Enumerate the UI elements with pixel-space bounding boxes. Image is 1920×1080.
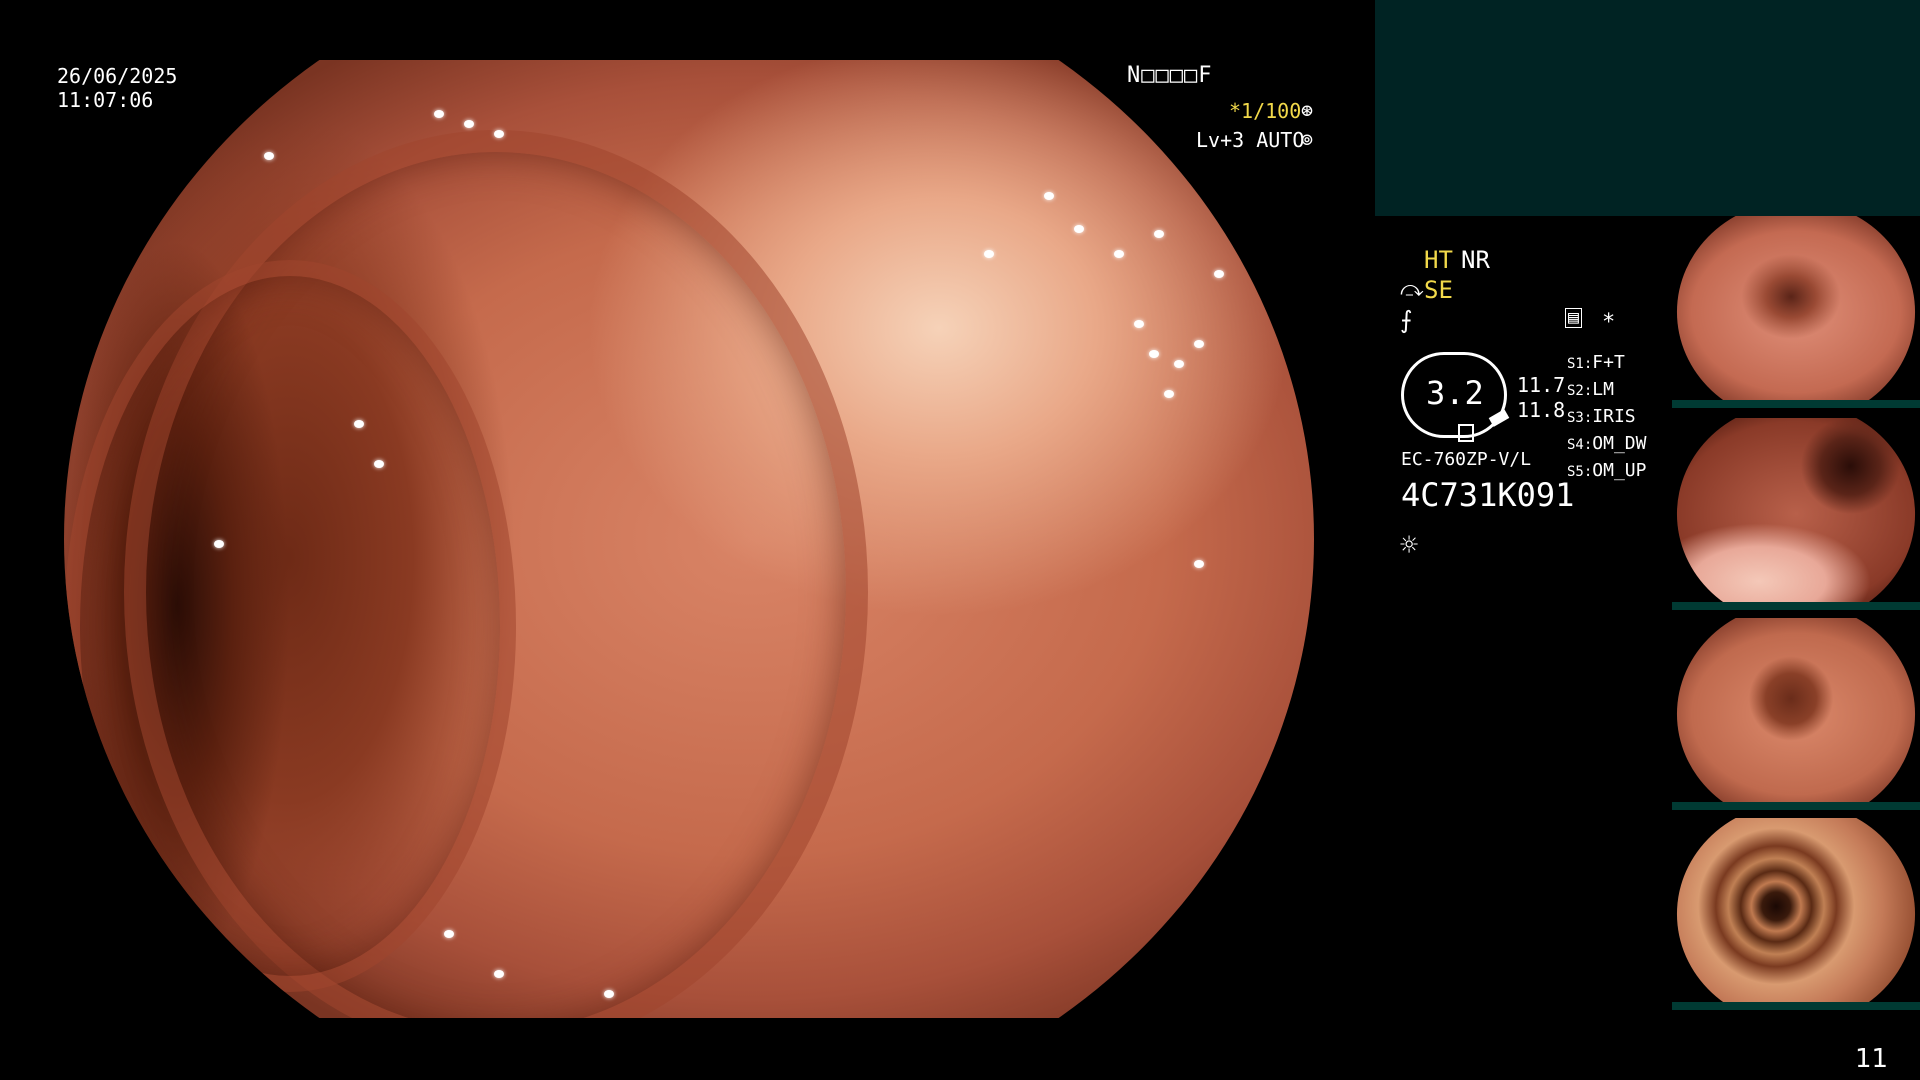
switch-item: S4:OM_DW [1567,433,1647,454]
light-source-icon: ☼ [1400,528,1419,563]
light-reflection [444,930,454,938]
switch-item: S3:IRIS [1567,406,1636,427]
light-reflection [1154,230,1164,238]
scope-model: EC-760ZP-V/L [1401,449,1532,470]
thumbnail-3[interactable] [1672,618,1920,810]
brightness-level: Lv+3 AUTO [1196,128,1305,152]
light-reflection [1044,192,1054,200]
light-reflection [984,250,994,258]
filter-icon: ⨍ [1400,306,1413,334]
thumbnail-bar [1672,1002,1920,1010]
thumbnail-4[interactable] [1672,818,1920,1010]
switch-list: S1:F+T S2:LM S3:IRIS S4:OM_DW S5:OM_UP [1567,350,1646,485]
thumbnail-bar [1672,602,1920,610]
patient-id-box: N□□□□F [1127,63,1213,88]
light-reflection [264,152,274,160]
star-indicator: * [1602,310,1616,335]
light-reflection [1149,350,1159,358]
light-reflection [464,120,474,128]
light-reflection [374,460,384,468]
light-reflection [214,540,224,548]
time-text: 11:07:06 [57,88,154,112]
thumbnail-1[interactable] [1672,216,1920,408]
light-reflection [1114,250,1124,258]
light-reflection [1194,560,1204,568]
thumbnail-bar [1672,400,1920,408]
light-reflection [1194,340,1204,348]
switch-item: S2:LM [1567,379,1614,400]
light-reflection [434,110,444,118]
shutter-speed: *1/100 [1229,99,1302,123]
light-reflection [1134,320,1144,328]
nr-indicator: NR [1461,246,1490,274]
se-indicator: SE [1424,276,1453,304]
datetime: 26/06/2025 11:07:06 [57,64,177,112]
gauge-side-value-2: 11.8 [1517,398,1566,422]
gauge-side-value-1: 11.7 [1517,373,1566,397]
light-reflection [1214,270,1224,278]
light-reflection [494,130,504,138]
shutter-icon: ⊛ [1301,98,1314,122]
light-reflection [354,420,364,428]
mucosal-fold-inner [64,260,516,992]
gauge-square-icon [1458,424,1474,442]
date-text: 26/06/2025 [57,64,178,88]
thumbnail-image [1676,418,1916,610]
thumbnail-image [1676,818,1916,1010]
zoom-gauge-value: 3.2 [1426,374,1484,412]
light-reflection [1164,390,1174,398]
thumbnail-2[interactable] [1672,418,1920,610]
ht-indicator: HT [1424,246,1453,274]
light-reflection [1074,225,1084,233]
thumbnail-image [1676,216,1916,408]
light-reflection [494,970,504,978]
light-reflection [604,990,614,998]
page-number: 11 [1855,1044,1889,1074]
switch-item: S1:F+T [1567,352,1625,373]
info-panel [1375,0,1920,216]
endoscope-view [64,60,1314,1018]
thumbnail-image [1676,618,1916,810]
structure-enhance-icon: ⤼ [1400,277,1424,302]
switch-item: S5:OM_UP [1567,460,1647,481]
memory-icon: ▤ [1565,308,1582,328]
auto-iris-icon: ⊚ [1301,127,1314,151]
scope-serial: 4C731K091 [1401,476,1575,514]
thumbnail-bar [1672,802,1920,810]
light-reflection [1174,360,1184,368]
